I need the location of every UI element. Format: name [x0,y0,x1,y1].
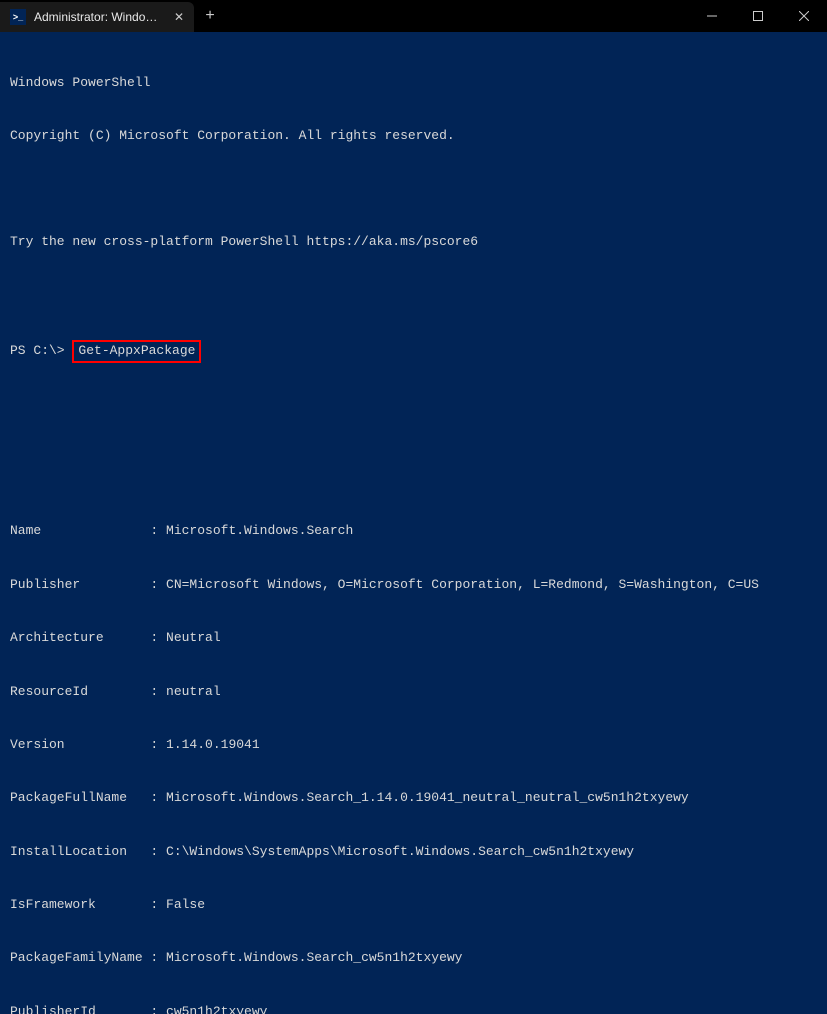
field-value: CN=Microsoft Windows, O=Microsoft Corpor… [166,577,759,592]
output-row: Publisher : CN=Microsoft Windows, O=Micr… [10,576,817,594]
blank-line [10,180,817,198]
minimize-button[interactable] [689,0,735,32]
prompt-prefix: PS C:\> [10,342,72,360]
output-row: Name : Microsoft.Windows.Search [10,522,817,540]
powershell-icon: >_ [10,9,26,25]
output-row: InstallLocation : C:\Windows\SystemApps\… [10,843,817,861]
window-controls [689,0,827,32]
field-label: Name : [10,523,166,538]
field-label: PublisherId : [10,1004,166,1014]
tab-title: Administrator: Windows PowerS [34,10,164,24]
terminal-output[interactable]: Windows PowerShell Copyright (C) Microso… [0,32,827,1014]
field-value: 1.14.0.19041 [166,737,260,752]
blank-line [10,287,817,305]
field-value: Microsoft.Windows.Search [166,523,353,538]
close-tab-icon[interactable]: ✕ [172,10,186,25]
output-row: Architecture : Neutral [10,629,817,647]
output-row: PublisherId : cw5n1h2txyewy [10,1003,817,1014]
field-value: False [166,897,205,912]
field-label: Version : [10,737,166,752]
field-value: Neutral [166,630,221,645]
blank-line [10,398,817,416]
field-value: Microsoft.Windows.Search_cw5n1h2txyewy [166,950,462,965]
new-tab-button[interactable]: + [194,0,226,32]
output-row: ResourceId : neutral [10,683,817,701]
maximize-button[interactable] [735,0,781,32]
field-value: cw5n1h2txyewy [166,1004,267,1014]
intro-line: Copyright (C) Microsoft Corporation. All… [10,127,817,145]
field-value: Microsoft.Windows.Search_1.14.0.19041_ne… [166,790,689,805]
field-value: C:\Windows\SystemApps\Microsoft.Windows.… [166,844,634,859]
field-label: Architecture : [10,630,166,645]
blank-line [10,451,817,469]
tab-powershell[interactable]: >_ Administrator: Windows PowerS ✕ [0,2,194,32]
field-value: neutral [166,684,221,699]
field-label: InstallLocation : [10,844,166,859]
field-label: PackageFullName : [10,790,166,805]
field-label: PackageFamilyName : [10,950,166,965]
field-label: Publisher : [10,577,166,592]
titlebar: >_ Administrator: Windows PowerS ✕ + [0,0,827,32]
output-row: Version : 1.14.0.19041 [10,736,817,754]
field-label: ResourceId : [10,684,166,699]
titlebar-drag-region [226,0,689,32]
close-window-button[interactable] [781,0,827,32]
command-highlight: Get-AppxPackage [72,340,201,363]
prompt-line: PS C:\> Get-AppxPackage [10,340,817,363]
field-label: IsFramework : [10,897,166,912]
intro-line: Windows PowerShell [10,74,817,92]
intro-line: Try the new cross-platform PowerShell ht… [10,233,817,251]
output-row: PackageFamilyName : Microsoft.Windows.Se… [10,949,817,967]
output-row: IsFramework : False [10,896,817,914]
output-row: PackageFullName : Microsoft.Windows.Sear… [10,789,817,807]
